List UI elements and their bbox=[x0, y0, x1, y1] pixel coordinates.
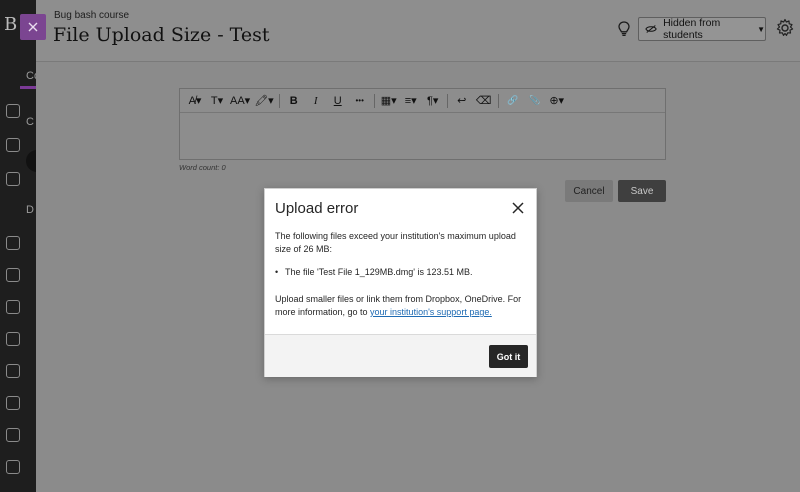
support-page-link[interactable]: your institution's support page. bbox=[370, 307, 492, 317]
panel-header: Bug bash course File Upload Size - Test … bbox=[20, 0, 800, 62]
clear-format-icon[interactable]: ⌫ bbox=[473, 91, 495, 111]
error-file-item: The file 'Test File 1_129MB.dmg' is 123.… bbox=[275, 266, 531, 279]
more-icon[interactable]: ••• bbox=[349, 91, 371, 111]
nav-flag-icon[interactable] bbox=[6, 428, 20, 442]
eye-slash-icon bbox=[645, 25, 657, 33]
toolbar-divider bbox=[497, 93, 499, 108]
link-icon[interactable]: 🔗 bbox=[502, 91, 524, 111]
nav-book-icon[interactable] bbox=[6, 138, 20, 152]
nav-person-icon[interactable] bbox=[6, 172, 20, 186]
close-icon bbox=[512, 202, 524, 214]
nav-section-label: D bbox=[26, 204, 34, 216]
visibility-label: Hidden from students bbox=[663, 17, 721, 41]
table-icon[interactable]: ▦▾ bbox=[378, 91, 400, 111]
text-style-icon[interactable]: A̸▾ bbox=[184, 91, 206, 111]
attach-icon[interactable]: 📎 bbox=[524, 91, 546, 111]
text-editor[interactable]: A̸▾ T▾ AA▾ 🖍▾ B I U ••• ▦▾ ≡▾ ¶▾ ↩ ⌫ 🔗 📎… bbox=[179, 88, 666, 160]
nav-doc-icon[interactable] bbox=[6, 396, 20, 410]
nav-section-label: C bbox=[26, 116, 34, 128]
nav-tab-label[interactable]: Co bbox=[26, 70, 36, 82]
toolbar-divider bbox=[373, 93, 375, 108]
nav-grid-icon[interactable] bbox=[6, 104, 20, 118]
underline-icon[interactable]: U bbox=[327, 91, 349, 111]
error-file-list: The file 'Test File 1_129MB.dmg' is 123.… bbox=[275, 266, 531, 279]
avatar[interactable] bbox=[26, 150, 36, 172]
editor-toolbar: A̸▾ T▾ AA▾ 🖍▾ B I U ••• ▦▾ ≡▾ ¶▾ ↩ ⌫ 🔗 📎… bbox=[180, 89, 665, 113]
page-title: File Upload Size - Test bbox=[53, 24, 270, 46]
breadcrumb[interactable]: Bug bash course bbox=[54, 10, 129, 21]
paragraph-icon[interactable]: ¶▾ bbox=[422, 91, 444, 111]
dialog-outro: Upload smaller files or link them from D… bbox=[275, 293, 531, 319]
lightbulb-icon[interactable] bbox=[616, 20, 632, 38]
dialog-intro: The following files exceed your institut… bbox=[275, 231, 516, 254]
nav-active-indicator bbox=[20, 86, 36, 89]
gear-icon[interactable] bbox=[775, 18, 795, 38]
dialog-body: The following files exceed your institut… bbox=[275, 230, 531, 319]
toolbar-divider bbox=[278, 93, 280, 108]
insert-icon[interactable]: ⊕▾ bbox=[546, 91, 568, 111]
close-icon bbox=[28, 22, 38, 32]
bold-icon[interactable]: B bbox=[283, 91, 305, 111]
save-button[interactable]: Save bbox=[618, 180, 666, 202]
align-icon[interactable]: ≡▾ bbox=[400, 91, 422, 111]
nav-info-icon[interactable] bbox=[6, 268, 20, 282]
italic-icon[interactable]: I bbox=[305, 91, 327, 111]
nav-group-icon[interactable] bbox=[6, 300, 20, 314]
toolbar-divider bbox=[446, 93, 448, 108]
dialog-footer: Got it bbox=[265, 334, 536, 377]
dialog-close-button[interactable] bbox=[511, 201, 525, 215]
upload-error-dialog: Upload error The following files exceed … bbox=[264, 188, 537, 377]
undo-icon[interactable]: ↩ bbox=[451, 91, 473, 111]
word-count: Word count: 0 bbox=[179, 163, 226, 172]
nav-lock-icon[interactable] bbox=[6, 364, 20, 378]
course-nav-letter: B bbox=[4, 14, 18, 35]
course-nav: B Co C D bbox=[0, 0, 36, 492]
chevron-down-icon: ▼ bbox=[757, 24, 765, 34]
visibility-dropdown[interactable]: Hidden from students ▼ bbox=[638, 17, 766, 41]
paragraph-style-icon[interactable]: T▾ bbox=[206, 91, 228, 111]
nav-edit-icon[interactable] bbox=[6, 460, 20, 474]
dialog-title: Upload error bbox=[275, 200, 359, 217]
nav-mail-icon[interactable] bbox=[6, 236, 20, 250]
nav-chart-icon[interactable] bbox=[6, 332, 20, 346]
cancel-button[interactable]: Cancel bbox=[565, 180, 613, 202]
got-it-button[interactable]: Got it bbox=[489, 345, 528, 368]
close-panel-button[interactable] bbox=[20, 14, 46, 40]
font-size-icon[interactable]: AA▾ bbox=[228, 91, 252, 111]
text-color-icon[interactable]: 🖍▾ bbox=[252, 91, 276, 111]
